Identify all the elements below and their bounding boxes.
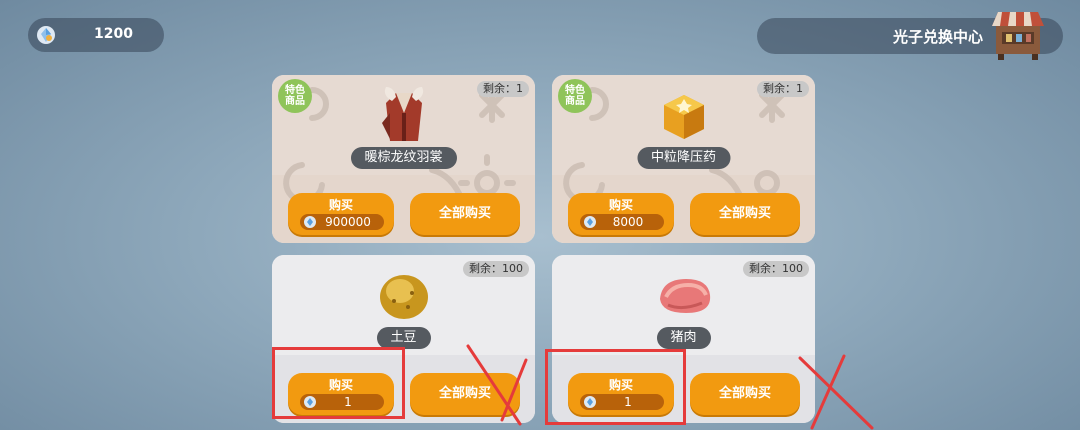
- buy-all-button[interactable]: 全部购买: [690, 373, 800, 415]
- buy-all-button[interactable]: 全部购买: [410, 193, 520, 235]
- annotation-highlight-box: [272, 347, 405, 419]
- featured-badge: 特色 商品: [278, 79, 312, 113]
- buy-button-label: 购买: [328, 198, 353, 212]
- buy-all-button[interactable]: 全部购买: [690, 193, 800, 235]
- item-name: 猪肉: [656, 327, 711, 349]
- annotation-cross-mark: [798, 354, 874, 430]
- annotation-cross-mark: [466, 344, 528, 426]
- buy-button[interactable]: 购买 900000: [288, 193, 394, 235]
- item-name: 土豆: [376, 327, 431, 349]
- shop-card-outfit: 特色 商品 剩余：1 暖棕龙纹羽裳 购买 900000 全部购买: [272, 75, 535, 243]
- price-value: 8000: [612, 215, 644, 229]
- price-tag: 900000: [300, 214, 384, 230]
- shop-card-medicine: 特色 商品 剩余：1 中粒降压药 购买 8000 全部购买: [552, 75, 815, 243]
- buy-button-label: 购买: [608, 198, 633, 212]
- crystal-icon: [304, 216, 316, 228]
- medicine-cube-icon: [664, 95, 704, 139]
- currency-display: 1200: [28, 18, 164, 52]
- crystal-icon: [584, 216, 596, 228]
- pork-icon: [660, 279, 711, 313]
- price-tag: 8000: [580, 214, 664, 230]
- crystal-icon: [37, 26, 55, 44]
- page-title: 光子兑换中心: [892, 28, 983, 46]
- potato-icon: [380, 275, 428, 319]
- item-name: 暖棕龙纹羽裳: [350, 147, 457, 169]
- currency-amount: 1200: [94, 26, 133, 42]
- stock-remaining: 剩余：100: [743, 261, 809, 277]
- buy-button[interactable]: 购买 8000: [568, 193, 674, 235]
- stock-remaining: 剩余：100: [463, 261, 529, 277]
- shop-stall-icon[interactable]: [988, 4, 1048, 62]
- item-name: 中粒降压药: [636, 147, 731, 169]
- annotation-highlight-box: [545, 349, 686, 425]
- price-value: 900000: [325, 215, 371, 229]
- featured-badge: 特色 商品: [558, 79, 592, 113]
- stock-remaining: 剩余：1: [477, 81, 529, 97]
- stock-remaining: 剩余：1: [757, 81, 809, 97]
- outfit-icon: [382, 87, 424, 141]
